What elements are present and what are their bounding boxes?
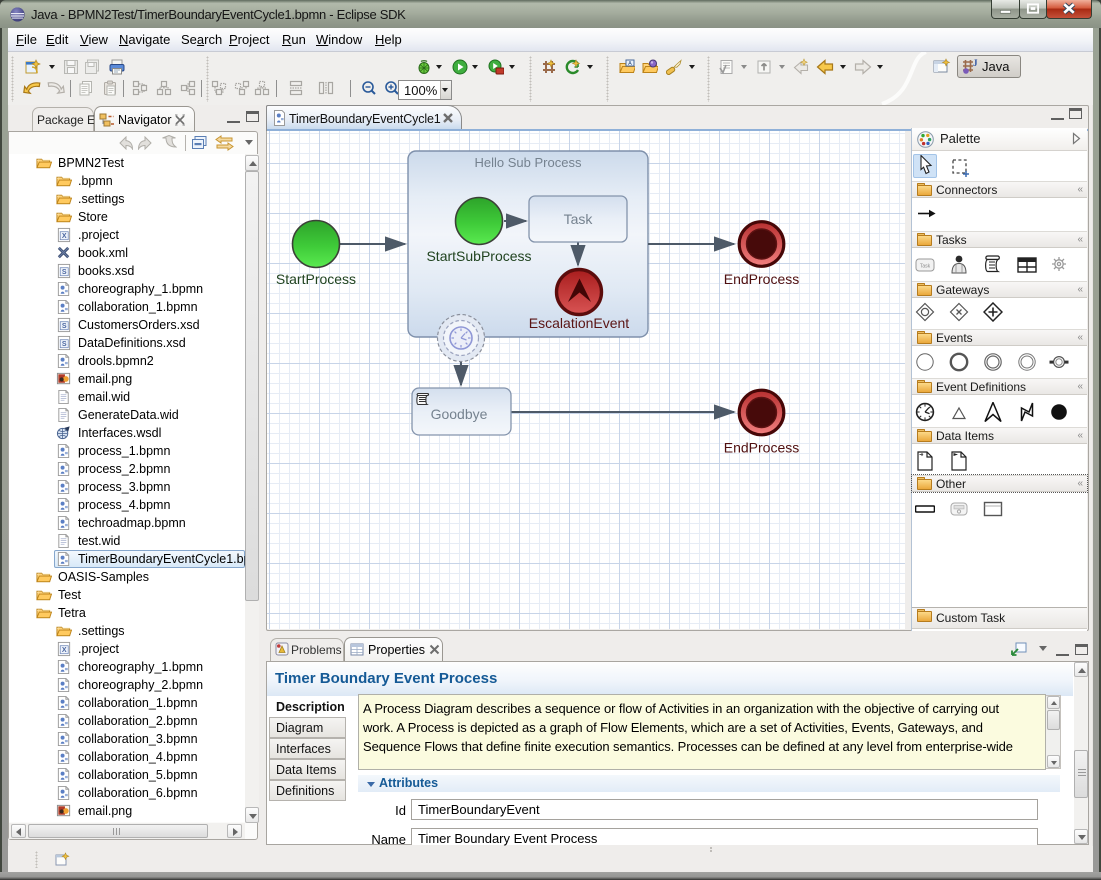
svg-text:EscalationEvent: EscalationEvent xyxy=(529,315,630,331)
svg-text:Task: Task xyxy=(564,211,594,227)
svg-text:Hello Sub Process: Hello Sub Process xyxy=(475,155,582,170)
svg-text:EndProcess: EndProcess xyxy=(724,271,799,287)
svg-text:EndProcess: EndProcess xyxy=(724,440,799,456)
svg-text:Task: Task xyxy=(920,264,931,270)
svg-text:StartProcess: StartProcess xyxy=(276,271,356,287)
svg-text:J: J xyxy=(973,58,978,68)
svg-text:A: A xyxy=(628,61,632,67)
svg-text:StartSubProcess: StartSubProcess xyxy=(426,248,531,264)
svg-text:Goodbye: Goodbye xyxy=(431,406,488,422)
